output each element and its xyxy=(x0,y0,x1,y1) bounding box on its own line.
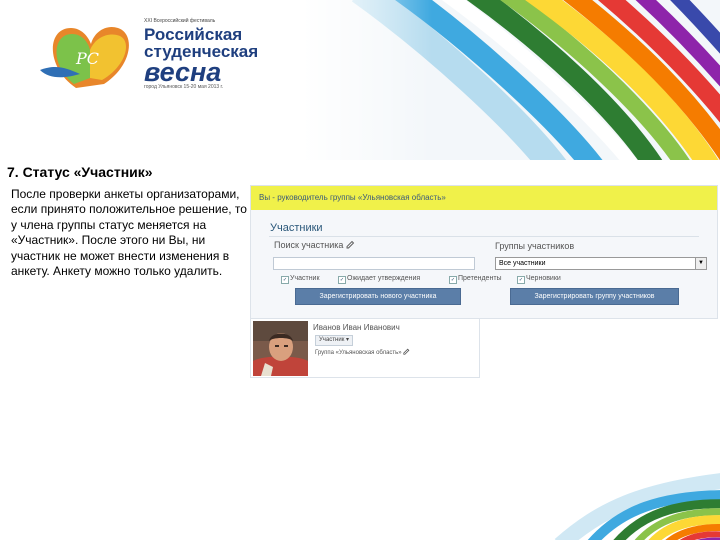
heading-divider xyxy=(269,236,699,237)
participant-group-link[interactable]: Группа «Ульяновская область» xyxy=(315,348,410,356)
checkbox-icon[interactable]: ✓ xyxy=(517,276,525,284)
participant-card: Иванов Иван Иванович Участник ▾ Группа «… xyxy=(250,318,480,378)
participants-heading: Участники xyxy=(270,222,323,234)
status-filters: ✓ Участник ✓ Ожидает утверждения ✓ Претенде… xyxy=(281,275,701,285)
group-select[interactable]: Все участники ▼ xyxy=(495,257,707,270)
checkbox-icon[interactable]: ✓ xyxy=(338,276,346,284)
filter-awaiting-approval[interactable]: ✓ Ожидает утверждения xyxy=(338,275,420,284)
participant-status-badge: Участник ▾ xyxy=(315,335,353,346)
group-select-value: Все участники xyxy=(499,260,546,267)
checkbox-icon[interactable]: ✓ xyxy=(449,276,457,284)
status-text: Участник xyxy=(319,337,345,343)
svg-text:РС: РС xyxy=(75,49,99,68)
chevron-down-icon[interactable]: ▾ xyxy=(346,337,349,343)
group-filter-label: Группы участников xyxy=(495,241,575,251)
participant-name[interactable]: Иванов Иван Иванович xyxy=(313,323,400,332)
filter-participant[interactable]: ✓ Участник xyxy=(281,275,320,284)
group-leader-bar: Вы - руководитель группы «Ульяновская об… xyxy=(251,186,717,210)
register-group-button[interactable]: Зарегистрировать группу участников xyxy=(510,288,679,305)
logo-tagline-top: XXI Всероссийский фестиваль xyxy=(144,18,216,24)
group-link-text[interactable]: Группа «Ульяновская область» xyxy=(315,350,402,356)
filter-label: Черновики xyxy=(526,275,561,282)
logo-title-line3: весна xyxy=(144,57,222,87)
avatar[interactable] xyxy=(253,321,308,376)
search-label-text: Поиск участника xyxy=(274,240,344,250)
slide-title: 7. Статус «Участник» xyxy=(7,164,153,180)
register-participant-button[interactable]: Зарегистрировать нового участника xyxy=(295,288,461,305)
pencil-icon[interactable] xyxy=(346,240,355,249)
filter-label: Претенденты xyxy=(458,275,502,282)
header-banner: РС XXI Всероссийский фестиваль Российска… xyxy=(0,0,720,160)
filter-drafts[interactable]: ✓ Черновики xyxy=(517,275,561,284)
festival-logo: РС XXI Всероссийский фестиваль Российска… xyxy=(36,18,286,98)
filter-label: Участник xyxy=(290,275,320,282)
slide-description: После проверки анкеты организаторами, ес… xyxy=(11,187,247,279)
logo-tagline-bottom: город Ульяновск 15-20 мая 2013 г. xyxy=(144,84,224,90)
search-input[interactable] xyxy=(273,257,475,270)
filter-label: Ожидает утверждения xyxy=(347,275,421,282)
chevron-down-icon[interactable]: ▼ xyxy=(695,258,706,269)
pencil-icon[interactable] xyxy=(403,348,410,355)
group-leader-text: Вы - руководитель группы «Ульяновская об… xyxy=(259,193,446,202)
rainbow-stripes-decoration xyxy=(0,440,720,540)
participants-screenshot: Вы - руководитель группы «Ульяновская об… xyxy=(250,185,718,319)
search-label: Поиск участника xyxy=(274,240,355,250)
footer-decoration xyxy=(0,440,720,540)
heart-logo-icon: РС xyxy=(40,26,129,89)
filter-candidates[interactable]: ✓ Претенденты xyxy=(449,275,502,284)
person-photo-icon xyxy=(253,321,308,376)
checkbox-icon[interactable]: ✓ xyxy=(281,276,289,284)
